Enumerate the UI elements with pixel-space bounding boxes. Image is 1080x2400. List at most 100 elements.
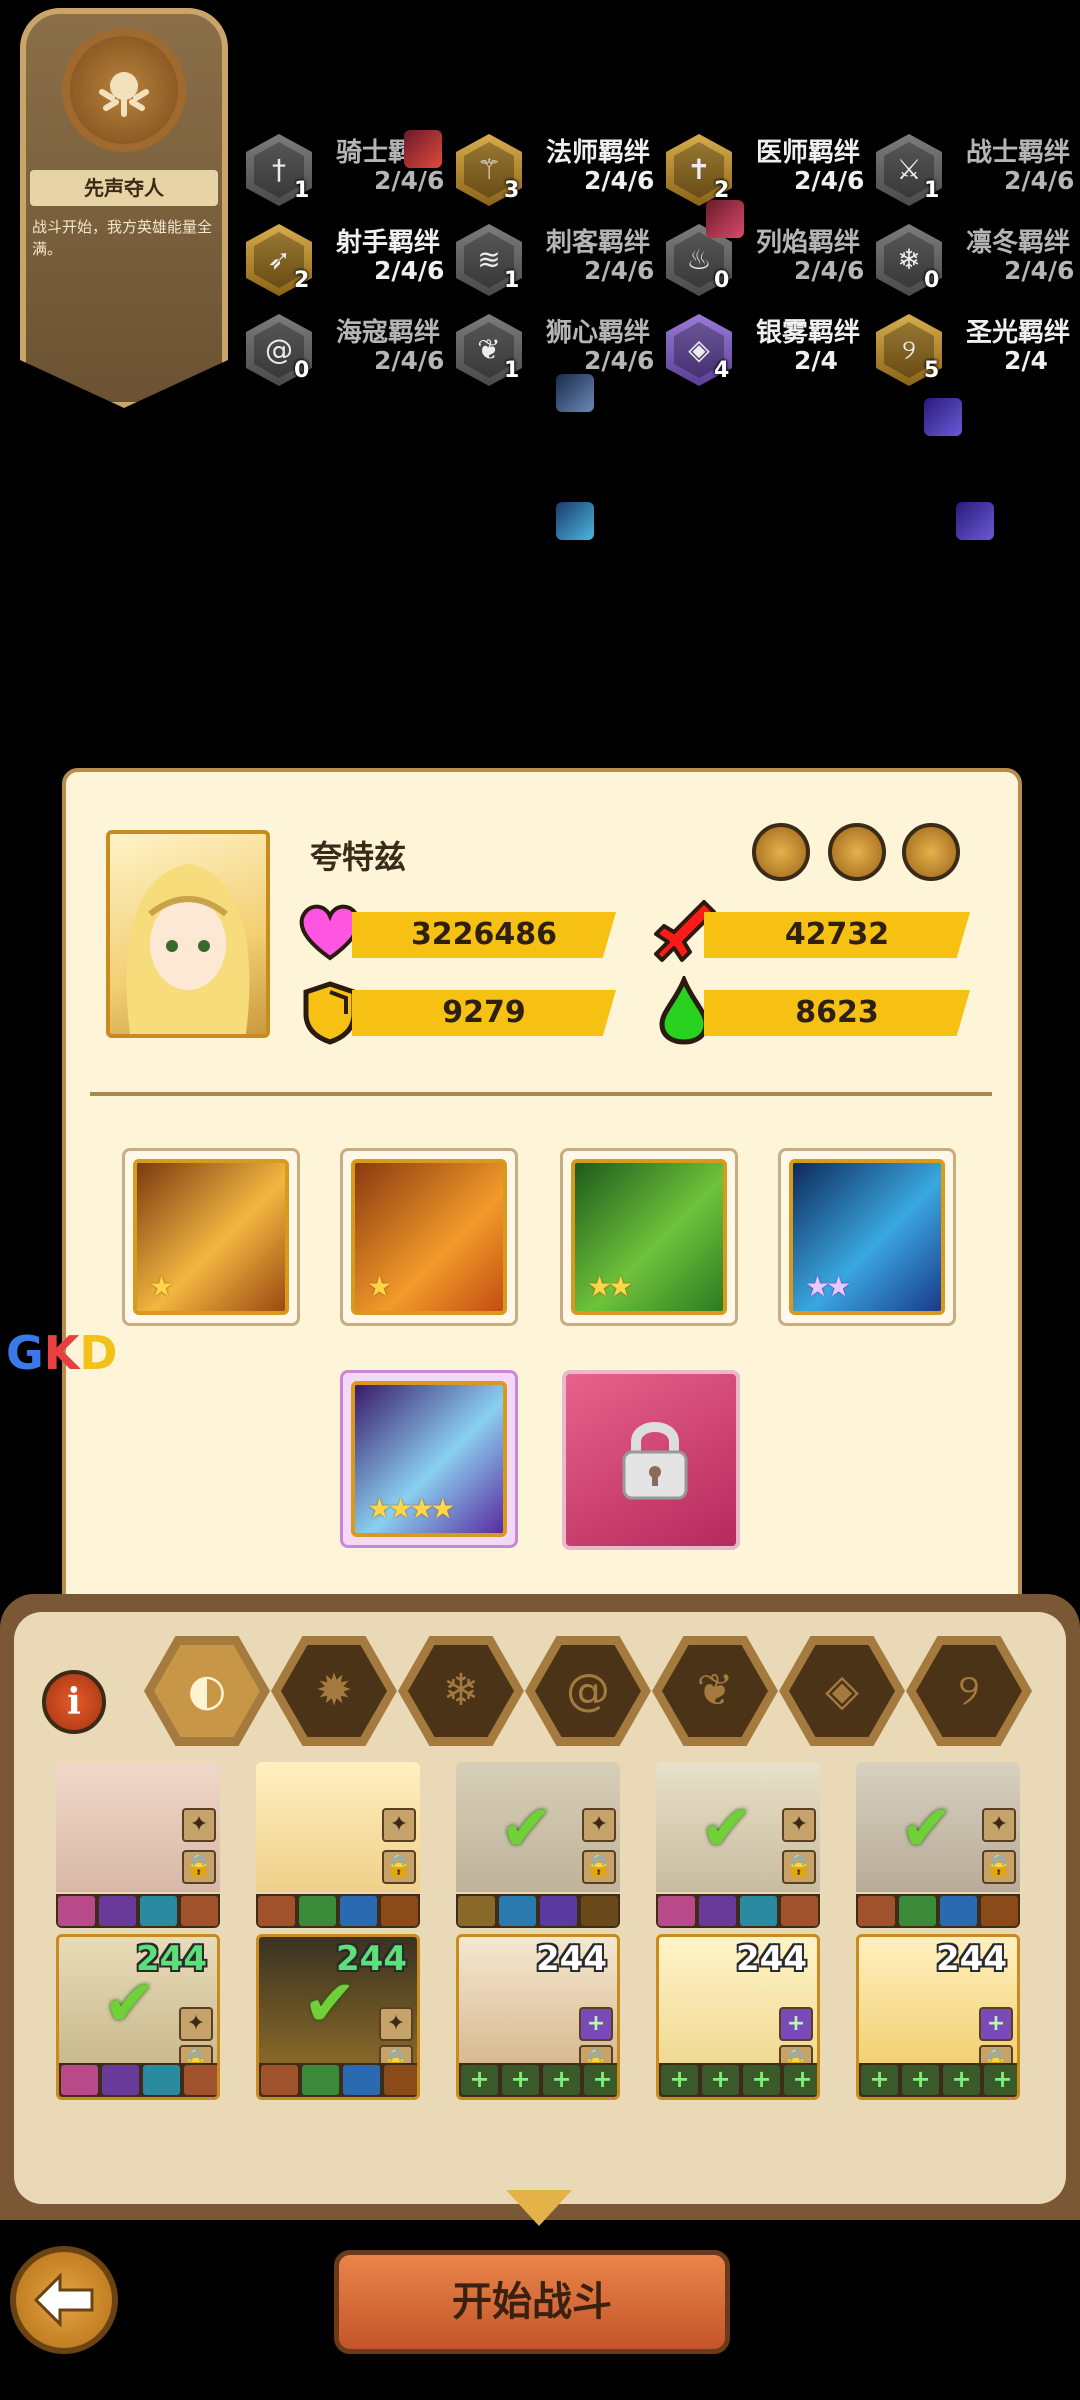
shield-icon (300, 980, 360, 1050)
bond-name: 法师羁绊 (546, 138, 651, 168)
equipment-art: ★★ (789, 1159, 945, 1315)
watermark: GKD (6, 1326, 118, 1380)
bond-tier: 2/4/6 (1004, 166, 1075, 195)
hero-portrait[interactable] (106, 830, 270, 1038)
orb-item-icon (556, 502, 594, 540)
bond-arrows[interactable]: ➶ 2 射手羁绊 2/4/6 (246, 220, 456, 310)
hero-card[interactable]: 244 + 🔒 + + + + (856, 1934, 1020, 2100)
equipment-stars: ★★★★ (367, 1492, 455, 1525)
selected-check-icon: ✔ (103, 1967, 157, 2041)
equipment-art: ★★★★ (351, 1381, 507, 1537)
bond-count: 0 (294, 358, 310, 383)
hero-card[interactable]: ✦ 🔒 (56, 1762, 220, 1928)
sword-class-icon[interactable] (902, 823, 960, 881)
ring-item-icon (956, 502, 994, 540)
hero-level: 244 (936, 1939, 1007, 1979)
bond-tier: 2/4/6 (794, 166, 865, 195)
cloak-slot[interactable]: ★ (340, 1148, 518, 1326)
bond-wave[interactable]: @0 海寇羁绊 2/4/6 (246, 310, 456, 400)
equipment-stars: ★★ (805, 1270, 851, 1303)
bond-eye[interactable]: ◈ 4 银雾羁绊 2/4 (666, 310, 876, 400)
boots-slot[interactable]: ★★ (778, 1148, 956, 1326)
equipment-art: ★★ (571, 1159, 727, 1315)
hero-card[interactable]: 244 ✔ ✦ 🔒 (56, 1934, 220, 2100)
equipment-strip (259, 2063, 417, 2097)
bond-claw[interactable]: ≋ 1 刺客羁绊 2/4/6 (456, 220, 666, 310)
hero-card[interactable]: 244 + 🔒 + + + + (656, 1934, 820, 2100)
lock-icon: 🔒 (182, 1850, 216, 1884)
card-divider (90, 1092, 992, 1096)
bond-snowflake[interactable]: ❄ 0 凛冬羁绊 2/4/6 (876, 220, 1080, 310)
equipment-strip (256, 1894, 420, 1928)
bond-name: 刺客羁绊 (546, 228, 651, 258)
class-emblem-icon[interactable] (828, 823, 886, 881)
selected-check-icon: ✔ (700, 1792, 754, 1866)
artifact-slot[interactable]: ★★★★ (340, 1370, 518, 1548)
class-badge-icon: ✦ (179, 2007, 213, 2041)
bond-name: 射手羁绊 (336, 228, 441, 258)
bond-count: 5 (924, 358, 940, 383)
equipment-stars: ★ (149, 1270, 174, 1303)
info-button[interactable]: i (42, 1670, 106, 1734)
class-badge-icon: ✦ (982, 1808, 1016, 1842)
bond-axe[interactable]: ⚔ 1 战士羁绊 2/4/6 (876, 130, 1080, 220)
hero-card[interactable]: ✦ 🔒 (256, 1762, 420, 1928)
selected-check-icon: ✔ (500, 1792, 554, 1866)
bond-swirl[interactable]: ୨ 5 圣光羁绊 2/4 (876, 310, 1080, 400)
bond-name: 医师羁绊 (756, 138, 861, 168)
equipment-strip: + + + + (459, 2063, 617, 2097)
lock-icon: 🔒 (782, 1850, 816, 1884)
back-button[interactable] (10, 2246, 118, 2354)
energy-value: 8623 (704, 990, 970, 1036)
bond-count: 0 (714, 268, 730, 293)
class-badge-icon: ✦ (182, 1808, 216, 1842)
add-icon[interactable]: + (779, 2007, 813, 2041)
bond-count: 1 (294, 178, 310, 203)
lock-icon: 🔒 (982, 1850, 1016, 1884)
bond-tier: 2/4/6 (584, 256, 655, 285)
gem-item-icon (706, 200, 744, 238)
equipment-art: ★ (351, 1159, 507, 1315)
class-badge-icon: ✦ (382, 1808, 416, 1842)
bond-count: 4 (714, 358, 730, 383)
add-icon[interactable]: + (579, 2007, 613, 2041)
hero-card[interactable]: 244 ✔ ✦ 🔒 (256, 1934, 420, 2100)
locked-slot[interactable] (562, 1370, 740, 1550)
equipment-strip: + + + + (859, 2063, 1017, 2097)
add-icon[interactable]: + (979, 2007, 1013, 2041)
bond-count: 2 (294, 268, 310, 293)
ring-item-icon (924, 398, 962, 436)
weapon-slot[interactable]: ★ (122, 1148, 300, 1326)
hero-level: 244 (536, 1939, 607, 1979)
bond-flame[interactable]: ♨ 0 列焰羁绊 2/4/6 (666, 220, 876, 310)
bond-name: 战士羁绊 (966, 138, 1071, 168)
equipment-stars: ★★ (587, 1270, 633, 1303)
selected-check-icon: ✔ (900, 1792, 954, 1866)
hero-card[interactable]: ✔ ✦ 🔒 (456, 1762, 620, 1928)
hero-card[interactable]: ✔ ✦ 🔒 (656, 1762, 820, 1928)
bond-tier: 2/4/6 (374, 256, 445, 285)
bond-staff[interactable]: ⚚ 3 法师羁绊 2/4/6 (456, 130, 666, 220)
equipment-strip: + + + + (659, 2063, 817, 2097)
equipment-art: ★ (133, 1159, 289, 1315)
lock-icon: 🔒 (582, 1850, 616, 1884)
attack-value: 42732 (704, 912, 970, 958)
bond-tier: 2/4/6 (584, 346, 655, 375)
start-battle-button[interactable]: 开始战斗 (334, 2250, 730, 2354)
bond-tier: 2/4/6 (584, 166, 655, 195)
skill-title: 先声夺人 (30, 170, 218, 206)
hero-card[interactable]: 244 + 🔒 + + + + (456, 1934, 620, 2100)
bond-name: 列焰羁绊 (756, 228, 861, 258)
bond-tier: 2/4/6 (374, 346, 445, 375)
hero-card[interactable]: ✔ ✦ 🔒 (856, 1762, 1020, 1928)
armor-slot[interactable]: ★★ (560, 1148, 738, 1326)
bond-name: 银雾羁绊 (756, 318, 861, 348)
bond-cross[interactable]: ✝ 2 医师羁绊 2/4/6 (666, 130, 876, 220)
class-badge-icon: ✦ (582, 1808, 616, 1842)
skill-emblem-icon (62, 28, 186, 152)
bond-name: 凛冬羁绊 (966, 228, 1071, 258)
bond-count: 1 (504, 358, 520, 383)
holy-faction-icon[interactable] (752, 823, 810, 881)
equipment-stars: ★ (367, 1270, 392, 1303)
back-arrow-icon (33, 2272, 94, 2328)
